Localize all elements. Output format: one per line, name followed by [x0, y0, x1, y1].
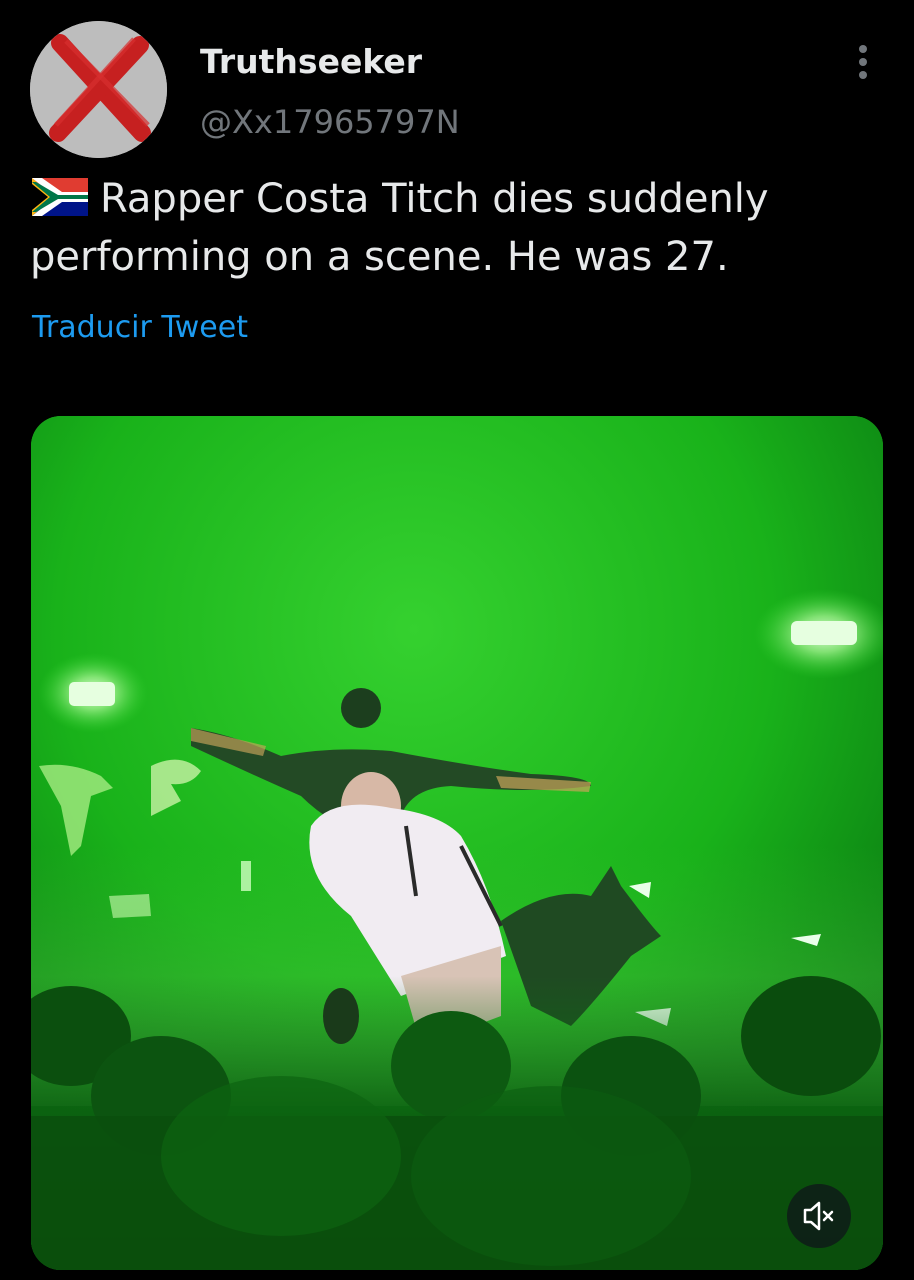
south-africa-flag-icon [32, 178, 88, 216]
author-avatar[interactable] [30, 21, 167, 158]
author-handle[interactable]: @Xx17965797N [200, 100, 460, 144]
volume-muted-icon [803, 1201, 834, 1231]
author-display-name[interactable]: Truthseeker [200, 40, 422, 84]
tweet-text-body: Rapper Costa Titch dies suddenly perform… [30, 176, 769, 280]
video-frame [31, 416, 883, 1270]
tweet-text: Rapper Costa Titch dies suddenly perform… [30, 170, 890, 286]
more-vertical-icon [859, 45, 867, 79]
mute-toggle-button[interactable] [787, 1184, 851, 1248]
more-options-button[interactable] [846, 40, 880, 84]
tweet-video[interactable] [31, 416, 883, 1270]
red-x-icon [30, 21, 167, 158]
translate-tweet-link[interactable]: Traducir Tweet [32, 307, 248, 349]
